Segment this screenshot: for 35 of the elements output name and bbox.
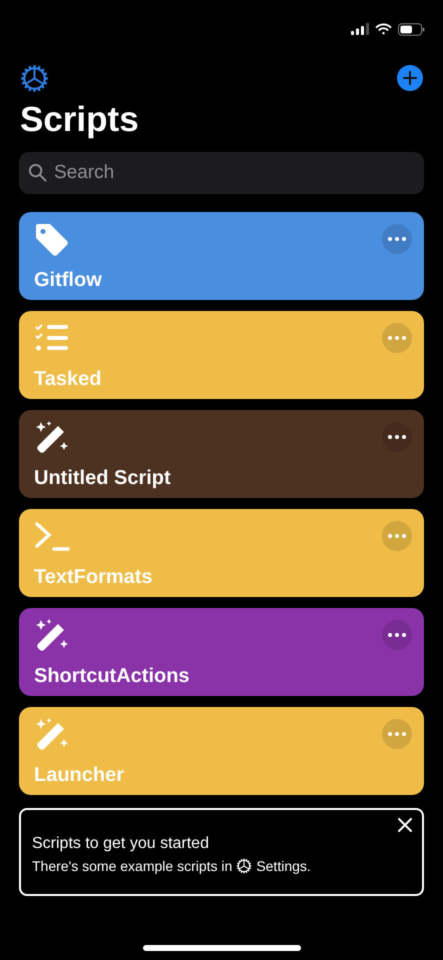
script-name: Untitled Script (34, 466, 172, 490)
tip-title: Scripts to get you started (32, 834, 210, 854)
search-field[interactable]: Search (19, 152, 424, 194)
close-button[interactable] (398, 818, 412, 832)
more-button[interactable] (382, 620, 412, 650)
settings-icon-small (236, 858, 252, 874)
script-card[interactable]: Launcher (19, 707, 424, 795)
battery-icon (398, 22, 425, 36)
ellipsis-icon (388, 633, 406, 637)
script-card[interactable]: Tasked (19, 311, 424, 399)
script-name: Launcher (34, 763, 126, 787)
ellipsis-icon (388, 732, 406, 736)
script-card[interactable]: ShortcutActions (19, 608, 424, 696)
ellipsis-icon (388, 534, 406, 538)
script-name: Tasked (34, 367, 102, 391)
script-name: TextFormats (34, 565, 154, 589)
ellipsis-icon (388, 336, 406, 340)
script-card[interactable]: Untitled Script (19, 410, 424, 498)
tag-icon (34, 222, 70, 258)
ellipsis-icon (388, 435, 406, 439)
wifi-icon (375, 23, 392, 35)
plus-icon (403, 71, 417, 85)
settings-icon[interactable] (20, 64, 49, 92)
page-title: Scripts (19, 99, 140, 141)
add-button[interactable] (397, 65, 423, 91)
ellipsis-icon (388, 237, 406, 241)
more-button[interactable] (382, 422, 412, 452)
script-card[interactable]: TextFormats (19, 509, 424, 597)
signal-icon (351, 23, 369, 35)
close-icon (398, 818, 412, 832)
search-icon (28, 163, 47, 182)
script-card[interactable]: Gitflow (19, 212, 424, 300)
script-name: Gitflow (34, 268, 103, 292)
script-name: ShortcutActions (34, 664, 191, 688)
tip-text: There's some example scripts in (32, 857, 232, 876)
